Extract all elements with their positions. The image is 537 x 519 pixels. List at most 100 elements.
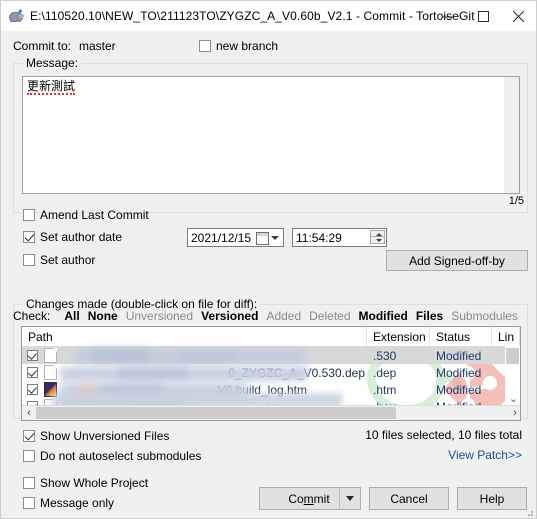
do-not-autoselect-submodules-box[interactable]: [23, 450, 35, 462]
set-author-checkbox[interactable]: Set author: [23, 253, 95, 267]
row-checkbox[interactable]: [22, 381, 42, 398]
message-scrollbar[interactable]: [504, 76, 520, 194]
horizontal-scroll-track[interactable]: [36, 407, 508, 419]
file-list-vertical-scrollbar[interactable]: ⌄: [505, 346, 520, 406]
author-time-field[interactable]: 11:54:29: [292, 228, 387, 247]
scroll-left-icon[interactable]: ‹: [22, 407, 36, 420]
amend-last-commit-checkbox[interactable]: Amend Last Commit: [23, 208, 149, 222]
message-only-checkbox[interactable]: Message only: [23, 496, 114, 510]
commit-button-accel: m: [303, 491, 314, 506]
commit-to-branch[interactable]: master: [79, 39, 116, 53]
check-filter-row: Check: All None Unversioned Versioned Ad…: [13, 308, 526, 324]
show-whole-project-label: Show Whole Project: [40, 476, 149, 490]
row-checkbox-box[interactable]: [26, 367, 38, 378]
filter-versioned[interactable]: Versioned: [201, 309, 258, 323]
column-header-path[interactable]: Path: [22, 327, 367, 346]
table-row[interactable]: V0.build_log.htm .htm Modified: [22, 381, 520, 398]
column-header-lines[interactable]: Lin: [492, 327, 520, 346]
set-author-date-box[interactable]: [23, 231, 35, 243]
row-checkbox-box[interactable]: [26, 350, 38, 361]
row-checkbox[interactable]: [22, 364, 42, 381]
filter-added: Added: [266, 309, 302, 323]
commit-dropdown-arrow[interactable]: [339, 487, 361, 510]
show-unversioned-files-box[interactable]: [23, 430, 35, 442]
row-status: Modified: [436, 348, 482, 363]
do-not-autoselect-submodules-checkbox[interactable]: Do not autoselect submodules: [23, 449, 201, 463]
commit-to-label: Commit to:: [13, 39, 72, 53]
html-file-icon: [42, 381, 58, 398]
window-controls: [431, 1, 536, 31]
column-header-status[interactable]: Status: [430, 327, 492, 346]
help-button[interactable]: Help: [457, 487, 527, 510]
file-icon: [42, 364, 58, 381]
row-extension: .530: [373, 348, 397, 363]
row-path: 0_ZYGZC_A_V0.530.dep: [228, 365, 365, 380]
window-title: E:\110520.10\NEW_TO\211123TO\ZYGZC_A_V0.…: [30, 9, 475, 23]
amend-last-commit-box[interactable]: [23, 209, 35, 221]
show-whole-project-checkbox[interactable]: Show Whole Project: [23, 476, 148, 490]
scroll-down-icon[interactable]: ⌄: [509, 394, 518, 405]
show-unversioned-files-checkbox[interactable]: Show Unversioned Files: [23, 429, 169, 443]
minimize-button[interactable]: [431, 1, 466, 31]
close-button[interactable]: [501, 1, 536, 31]
message-group: Message: 更新測試: [13, 56, 528, 213]
file-icon: [42, 347, 58, 364]
check-label: Check:: [13, 309, 51, 323]
horizontal-scroll-thumb[interactable]: [36, 407, 396, 419]
author-time-value: 11:54:29: [296, 230, 342, 245]
set-author-box[interactable]: [23, 254, 35, 266]
commit-dialog-window: ✦ E:\110520.10\NEW_TO\211123TO\ZYGZC_A_V…: [0, 0, 537, 519]
view-patch-link[interactable]: View Patch>>: [448, 448, 522, 462]
file-list-horizontal-scrollbar[interactable]: ‹ ›: [22, 405, 520, 420]
maximize-button[interactable]: [466, 1, 501, 31]
time-stepper-up[interactable]: [370, 230, 385, 237]
row-path: [58, 347, 367, 364]
new-branch-label: new branch: [216, 39, 279, 53]
message-text: 更新測試: [27, 79, 76, 95]
row-extension: .htm: [373, 382, 397, 397]
author-date-value: 2021/12/15: [191, 230, 252, 245]
row-checkbox[interactable]: [22, 347, 42, 364]
show-whole-project-box[interactable]: [23, 477, 35, 489]
amend-last-commit-label: Amend Last Commit: [40, 208, 149, 222]
row-status: Modified: [436, 382, 482, 397]
column-header-extension[interactable]: Extension: [367, 327, 430, 346]
set-author-label: Set author: [40, 253, 96, 267]
tortoise-icon: ✦: [8, 8, 24, 24]
time-stepper[interactable]: [370, 230, 385, 245]
set-author-date-label: Set author date: [40, 230, 123, 244]
vertical-scroll-thumb[interactable]: [506, 348, 519, 364]
table-row[interactable]: .530 Modified: [22, 347, 520, 364]
do-not-autoselect-submodules-label: Do not autoselect submodules: [40, 449, 202, 463]
cancel-button[interactable]: Cancel: [369, 487, 449, 510]
file-list[interactable]: Path Extension Status Lin .530 Modified …: [21, 326, 521, 421]
filter-files[interactable]: Files: [416, 309, 443, 323]
scroll-right-icon[interactable]: ›: [508, 407, 520, 420]
message-text-wrapper: 更新測試: [23, 77, 79, 95]
add-signed-off-by-button[interactable]: Add Signed-off-by: [386, 250, 528, 271]
filter-none[interactable]: None: [88, 309, 118, 323]
filter-all[interactable]: All: [64, 309, 79, 323]
file-list-header: Path Extension Status Lin: [22, 327, 520, 347]
message-only-box[interactable]: [23, 497, 35, 509]
set-author-date-checkbox[interactable]: Set author date: [23, 230, 122, 244]
message-input[interactable]: 更新測試: [22, 76, 504, 194]
commit-to-row: Commit to: master new branch: [13, 37, 528, 55]
row-checkbox-box[interactable]: [26, 384, 38, 395]
row-extension: .dep: [373, 365, 397, 380]
new-branch-box[interactable]: [199, 40, 211, 52]
show-unversioned-files-label: Show Unversioned Files: [40, 429, 170, 443]
row-path: V0.build_log.htm: [217, 382, 307, 397]
calendar-icon[interactable]: [256, 232, 269, 245]
chevron-down-icon[interactable]: [271, 236, 279, 240]
title-bar: ✦ E:\110520.10\NEW_TO\211123TO\ZYGZC_A_V…: [1, 1, 536, 31]
table-row[interactable]: 0_ZYGZC_A_V0.530.dep .dep Modified: [22, 364, 520, 381]
filter-modified[interactable]: Modified: [359, 309, 408, 323]
file-count-status: 10 files selected, 10 files total: [365, 428, 522, 442]
message-group-title: Message:: [23, 56, 82, 70]
time-stepper-down[interactable]: [370, 237, 385, 244]
resize-grip[interactable]: [524, 507, 534, 517]
filter-deleted: Deleted: [309, 309, 351, 323]
new-branch-checkbox[interactable]: new branch: [199, 39, 278, 53]
author-date-field[interactable]: 2021/12/15: [187, 228, 284, 247]
